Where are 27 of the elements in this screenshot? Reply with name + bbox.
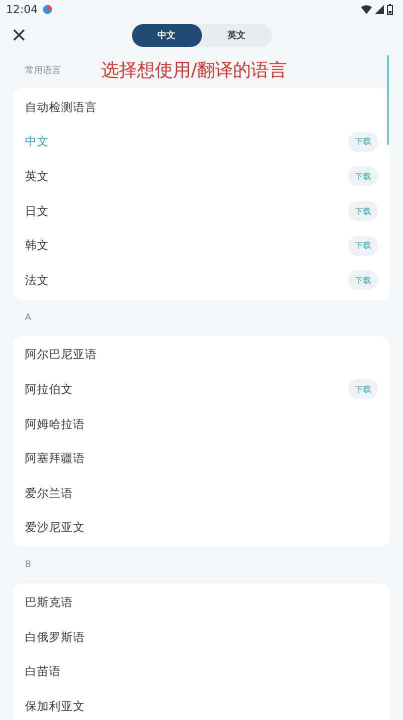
close-icon bbox=[13, 29, 25, 41]
status-time: 12:04 bbox=[6, 2, 38, 16]
app-icon bbox=[42, 4, 52, 14]
language-item[interactable]: 爱尔兰语 bbox=[25, 486, 73, 501]
signal-icon bbox=[375, 4, 384, 14]
language-item[interactable]: 阿姆哈拉语 bbox=[25, 416, 85, 432]
wifi-icon bbox=[361, 4, 372, 14]
section-title: B bbox=[25, 560, 32, 570]
section-title: A bbox=[25, 312, 32, 323]
language-item[interactable]: 爱沙尼亚文 bbox=[25, 520, 85, 536]
language-item[interactable]: 自动检测语言 bbox=[25, 100, 97, 115]
language-item[interactable]: 阿拉伯文 bbox=[25, 382, 73, 397]
annotation-text: 选择想使用/翻译的语言 bbox=[101, 59, 288, 82]
language-item[interactable]: 英文 bbox=[25, 168, 49, 184]
language-item[interactable]: 保加利亚文 bbox=[25, 698, 85, 714]
language-tab[interactable]: 英文 bbox=[202, 24, 272, 46]
language-item[interactable]: 阿塞拜疆语 bbox=[25, 451, 85, 466]
language-item[interactable]: 韩文 bbox=[25, 238, 49, 254]
section-title: 常用语言 bbox=[25, 64, 61, 76]
language-tab[interactable]: 中文 bbox=[132, 24, 202, 46]
language-item[interactable]: 法文 bbox=[25, 272, 49, 288]
language-item[interactable]: 阿尔巴尼亚语 bbox=[25, 347, 97, 362]
language-item[interactable]: 白俄罗斯语 bbox=[25, 630, 85, 645]
language-item[interactable]: 白苗语 bbox=[25, 664, 61, 680]
battery-icon bbox=[387, 4, 393, 14]
language-item[interactable]: 日文 bbox=[25, 204, 49, 219]
language-item[interactable]: 巴斯克语 bbox=[25, 594, 73, 610]
